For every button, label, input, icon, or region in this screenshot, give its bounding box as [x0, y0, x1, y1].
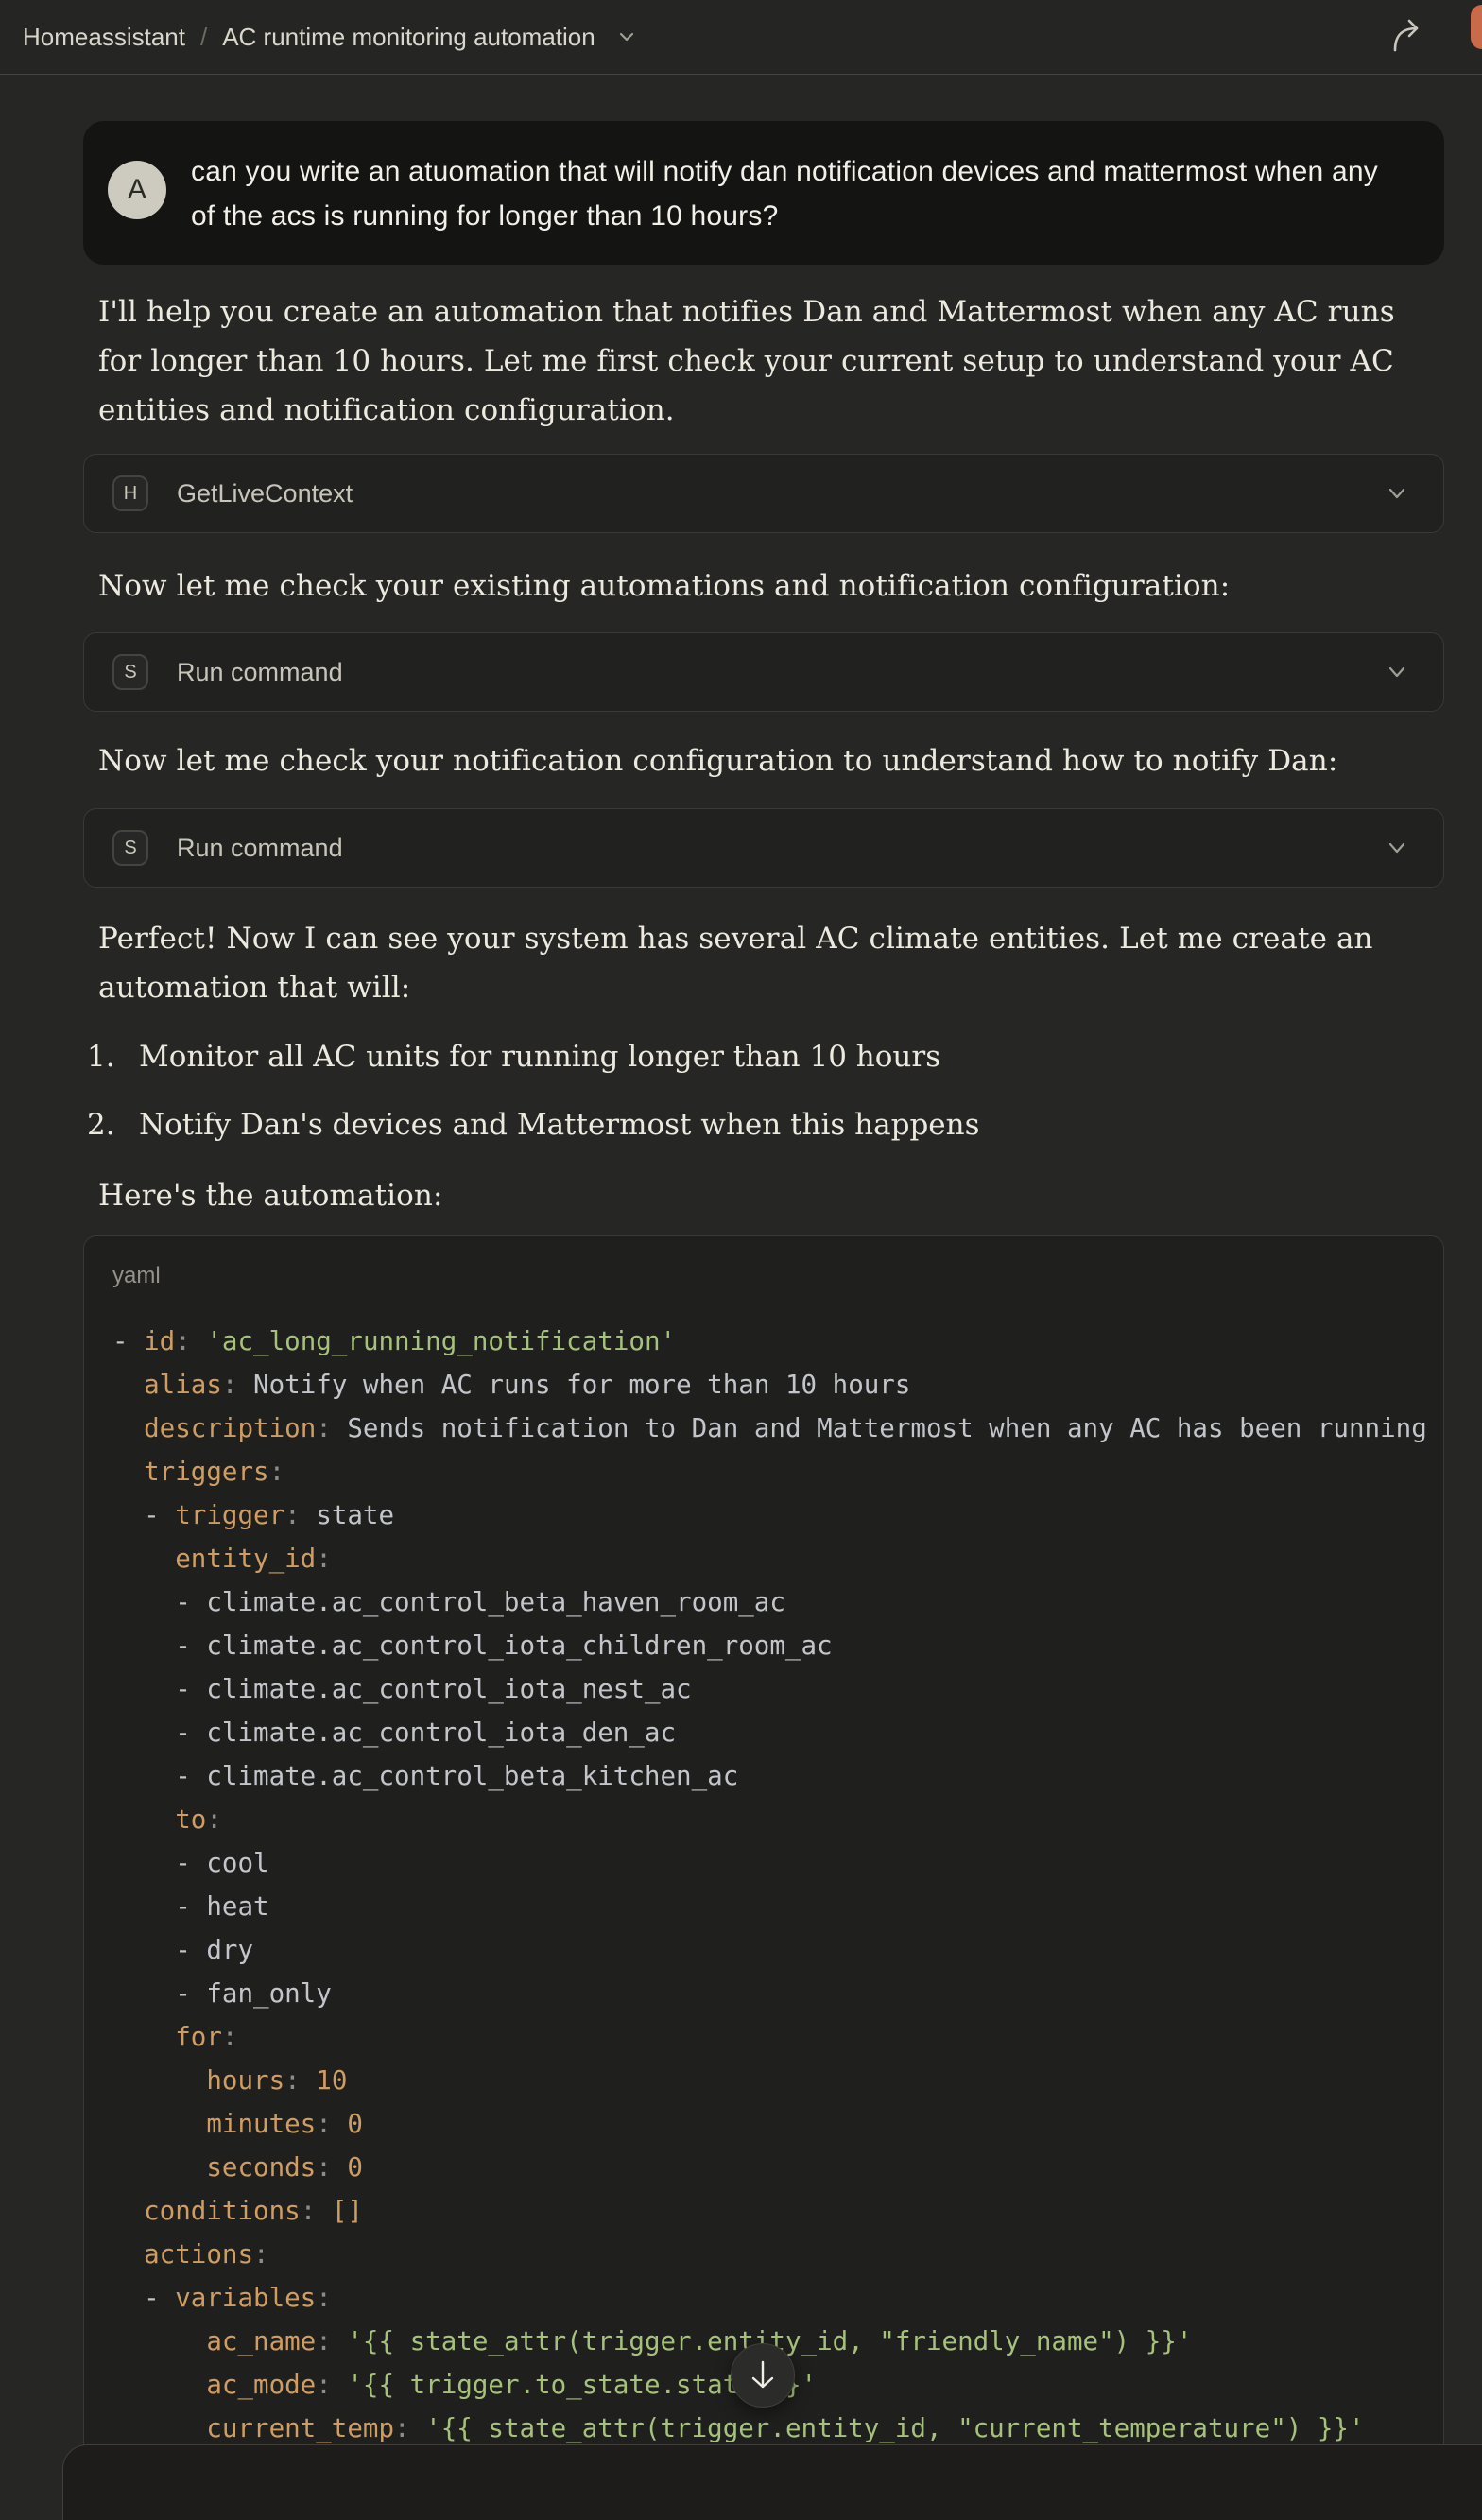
tool-badge-s: S [112, 830, 148, 866]
list-item: 1. Monitor all AC units for running long… [87, 1032, 1444, 1081]
tool-badge-s: S [112, 654, 148, 690]
chevron-down-icon[interactable] [1383, 479, 1411, 508]
down-arrow-icon [748, 2358, 778, 2392]
tool-label: GetLiveContext [177, 479, 353, 509]
project-name[interactable]: Homeassistant [23, 23, 185, 52]
assistant-paragraph-2: Now let me check your existing automatio… [98, 561, 1423, 611]
chevron-down-icon[interactable] [1383, 834, 1411, 862]
tool-call-run-command-1[interactable]: S Run command [83, 632, 1444, 712]
code-language-label: yaml [112, 1261, 1443, 1291]
code-block: yaml - id: 'ac_long_running_notification… [83, 1235, 1444, 2479]
tool-call-getlivecontext[interactable]: H GetLiveContext [83, 454, 1444, 533]
assistant-paragraph-3: Now let me check your notification confi… [98, 736, 1423, 785]
numbered-list: 1. Monitor all AC units for running long… [83, 1032, 1444, 1149]
user-avatar: A [108, 161, 166, 219]
yaml-code: - id: 'ac_long_running_notification' ali… [112, 1320, 1444, 2450]
list-item: 2. Notify Dan's devices and Mattermost w… [87, 1100, 1444, 1149]
user-message: A can you write an atuomation that will … [83, 121, 1444, 265]
assistant-paragraph-1: I'll help you create an automation that … [98, 287, 1423, 435]
list-item-text: Notify Dan's devices and Mattermost when… [139, 1100, 980, 1149]
assistant-paragraph-5: Here's the automation: [98, 1171, 1423, 1220]
assistant-paragraph-4: Perfect! Now I can see your system has s… [98, 914, 1423, 1012]
top-bar: Homeassistant / AC runtime monitoring au… [0, 0, 1482, 75]
breadcrumb: Homeassistant / AC runtime monitoring au… [23, 23, 639, 52]
message-input[interactable] [62, 2444, 1482, 2520]
list-item-text: Monitor all AC units for running longer … [139, 1032, 940, 1081]
user-message-text: can you write an atuomation that will no… [191, 147, 1406, 238]
tool-label: Run command [177, 834, 343, 863]
list-item-number: 2. [87, 1100, 139, 1149]
tool-badge-h: H [112, 475, 148, 511]
scroll-to-bottom-button[interactable] [731, 2343, 795, 2408]
title-menu-button[interactable] [614, 25, 639, 49]
chat-area: A can you write an atuomation that will … [83, 75, 1444, 2479]
breadcrumb-separator: / [200, 23, 207, 52]
chevron-down-icon [614, 25, 639, 49]
chevron-down-icon[interactable] [1383, 658, 1411, 686]
tool-call-run-command-2[interactable]: S Run command [83, 808, 1444, 888]
edge-accent-tab[interactable] [1471, 5, 1482, 49]
list-item-number: 1. [87, 1032, 139, 1081]
share-button[interactable] [1382, 10, 1435, 63]
share-icon [1387, 16, 1429, 58]
tool-label: Run command [177, 658, 343, 687]
conversation-title[interactable]: AC runtime monitoring automation [222, 23, 595, 52]
